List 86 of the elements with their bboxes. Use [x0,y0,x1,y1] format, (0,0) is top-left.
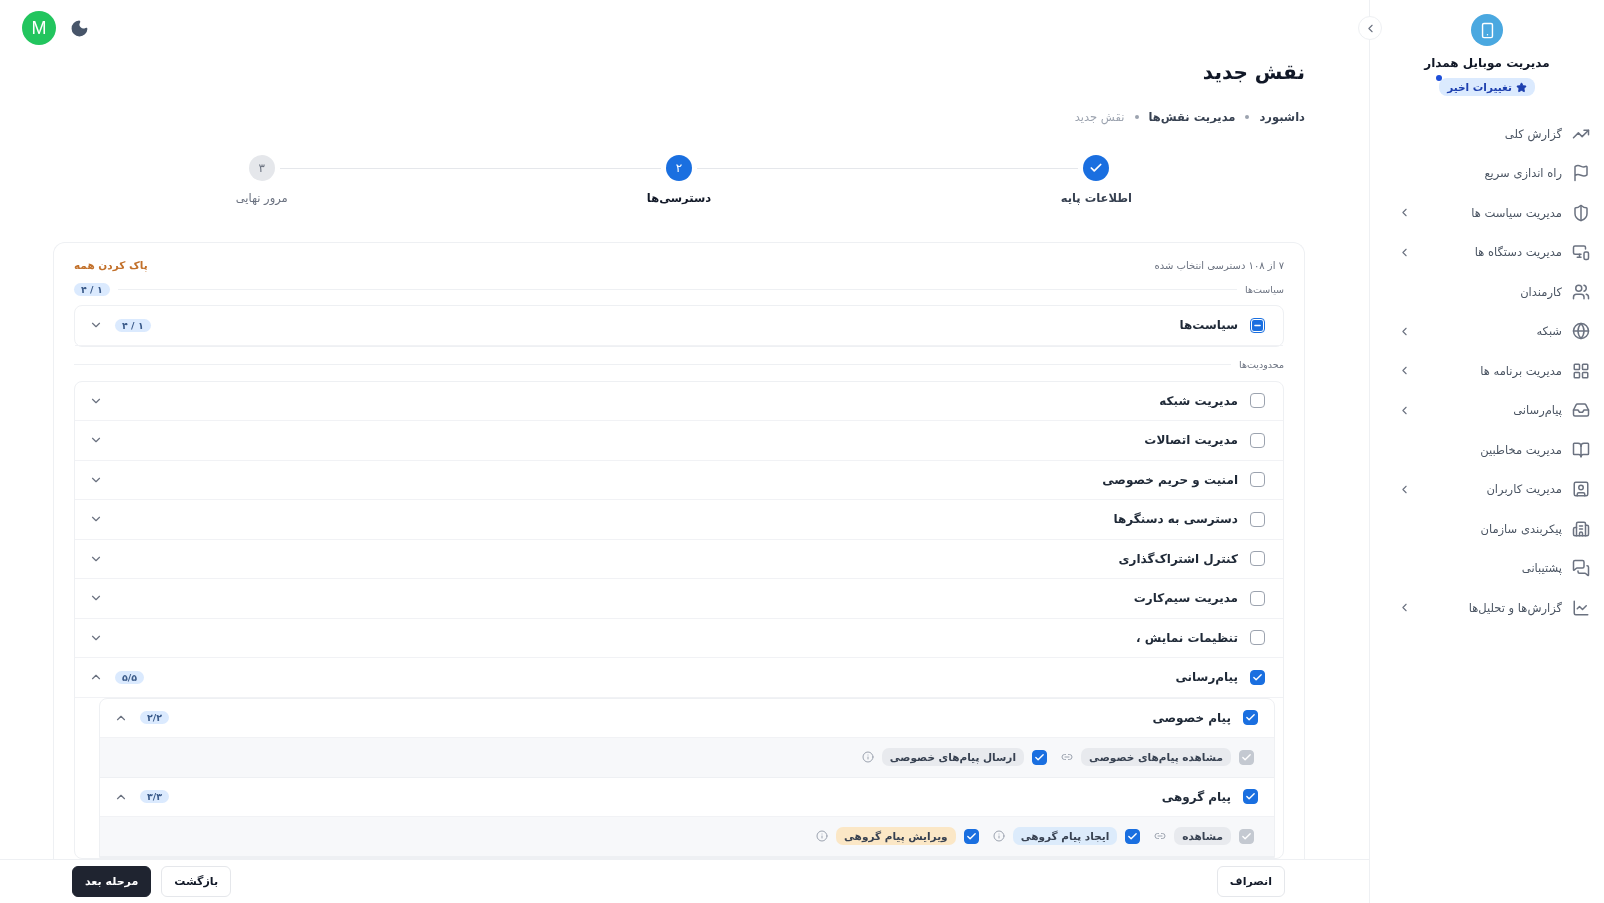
nav-item[interactable]: پیام‌رسانی [1370,390,1604,430]
section-title: محدودیت‌ها [1239,359,1284,370]
permission-tag: ایجاد پیام گروهی [1012,827,1118,846]
step-label: مرور نهایی [235,191,288,205]
people-icon [1572,282,1590,301]
breadcrumb[interactable]: مدیریت نقش‌ها [1148,110,1236,124]
check-icon [965,830,977,842]
checkbox[interactable] [1243,710,1258,726]
checkbox[interactable] [1250,669,1265,685]
logo-icon [1471,14,1503,46]
permission-group-row[interactable]: پیام‌رسانی ۵/۵ [75,658,1283,698]
nav-item[interactable]: گزارش کلی [1370,114,1604,154]
star-icon [1515,81,1527,93]
permission-group-row[interactable]: سیاست‌ها ۴ / ۱ [75,306,1283,346]
nav-item[interactable]: مدیریت برنامه ها [1370,351,1604,391]
nav-item[interactable]: پیکربندی سازمان [1370,509,1604,549]
check-icon [1034,751,1046,763]
step-circle: ۲ [666,155,692,181]
inbox-icon [1572,401,1590,420]
user-icon [1572,480,1590,499]
check-icon [1127,830,1139,842]
permission-group-row[interactable]: مدیریت اتصالات [75,421,1283,461]
count-badge: ۵/۵ [115,670,145,684]
nav-item[interactable]: مدیریت کاربران [1370,469,1604,509]
selection-summary: ۷ از ۱۰۸ دسترسی انتخاب شده [1154,259,1284,271]
permission-group-row[interactable]: امنیت و حریم خصوصی [75,460,1283,500]
chat-icon [1572,559,1590,578]
back-button[interactable]: بازگشت [161,866,232,897]
permission-group-row[interactable]: دسترسی به دسنگرها [75,500,1283,540]
step-circle: ۳ [248,155,275,181]
check-icon [1089,161,1104,175]
permission-tag: ارسال پیام‌های خصوصی [881,748,1025,767]
permission-group-row[interactable]: مدیریت شبکه [75,381,1283,421]
check-icon [1241,751,1252,763]
next-button[interactable]: مرحله بعد [72,866,152,897]
check-icon [1252,671,1263,683]
nav-item[interactable]: گزارش‌ها و تحلیل‌ها [1370,588,1604,628]
checkbox[interactable] [1250,511,1265,527]
step-label: اطلاعات پایه [1060,191,1132,205]
moon-icon[interactable] [70,18,89,38]
count-badge: ۲/۲ [140,711,170,725]
book-icon [1572,440,1590,459]
permission-group-row[interactable]: تنظیمات نمایش ، [75,618,1283,658]
app-title: مدیریت موبایل همدار [1424,56,1550,70]
globe-icon [1572,322,1590,341]
cancel-button[interactable]: انصراف [1216,866,1285,897]
clear-all-link[interactable]: پاک کردن همه [74,259,148,271]
check-icon [1241,830,1252,842]
nav-item[interactable]: کارمندان [1370,272,1604,312]
count-badge: ۳/۳ [140,790,170,804]
flag-icon [1572,164,1590,183]
recent-changes-badge[interactable]: تغییرات اخیر [1439,78,1535,96]
nav-item[interactable]: مدیریت سیاست ها [1370,193,1604,233]
nav-item[interactable]: مدیریت دستگاه ها [1370,232,1604,272]
devices-icon [1572,243,1590,262]
count-badge: ۴ / ۱ [115,318,151,332]
checkbox[interactable] [1125,828,1141,844]
line-chart-icon [1572,598,1590,617]
checkbox[interactable] [1243,789,1258,805]
shield-icon [1572,203,1590,222]
breadcrumb[interactable]: داشبورد [1259,110,1305,124]
nav-item[interactable]: پشتیبانی [1370,548,1604,588]
nav-item[interactable]: مدیریت مخاطبین [1370,430,1604,470]
permission-group-row[interactable]: کنترل اشتراک‌گذاری [75,539,1283,579]
checkbox[interactable] [1250,432,1265,448]
collapse-button[interactable] [1358,16,1382,40]
page-title: نقش جدید [1201,60,1305,84]
count-badge: ۴ / ۱ [74,282,110,296]
checkbox[interactable] [963,828,979,844]
step-label: دسترسی‌ها [646,191,712,205]
nav-item[interactable]: شبکه [1370,311,1604,351]
permission-tag: ویرایش پیام گروهی [836,827,956,846]
permission-tag: مشاهده پیام‌های خصوصی [1081,748,1231,767]
checkbox[interactable] [1250,590,1265,606]
checkbox[interactable] [1250,472,1265,488]
section-title: سیاست‌ها [1245,283,1284,295]
checkbox[interactable] [1032,749,1048,765]
nav-item[interactable]: راه اندازی سریع [1370,153,1604,193]
building-icon [1572,519,1590,538]
grid-icon [1572,361,1590,380]
checkbox[interactable] [1250,630,1265,646]
checkbox[interactable] [1250,551,1265,567]
breadcrumb: نقش جدید [1074,110,1125,124]
permission-group-row[interactable]: مدیریت سیم‌کارت [75,579,1283,619]
checkbox[interactable] [1250,393,1265,409]
permission-tag: مشاهده [1174,827,1231,846]
